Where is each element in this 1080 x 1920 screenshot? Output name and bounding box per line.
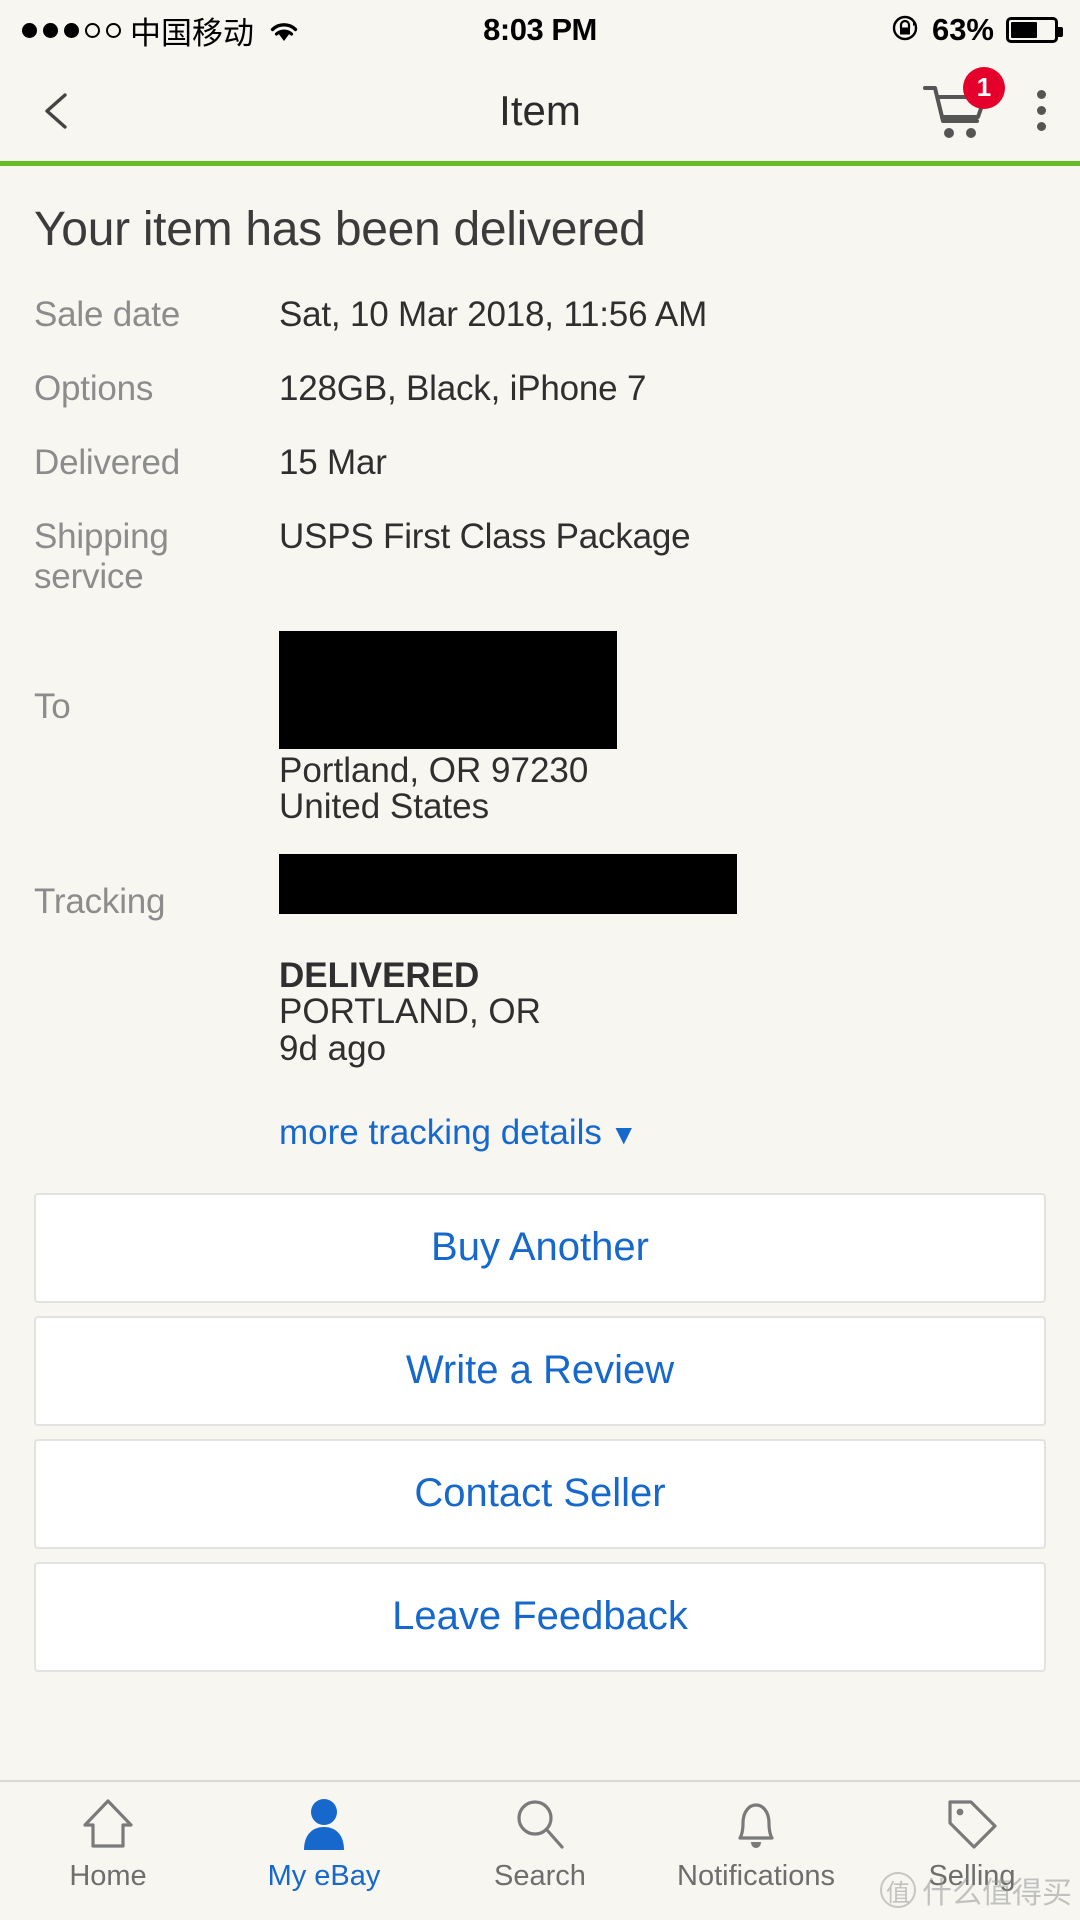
detail-label: Delivered [34, 443, 181, 482]
redacted-recipient-address [279, 631, 617, 749]
status-bar-right: 63% [890, 12, 1063, 48]
shopping-cart-icon[interactable]: 1 [921, 66, 1005, 143]
action-buttons: Buy Another Write a Review Contact Selle… [34, 1192, 1046, 1672]
navigation-bar-right: 1 [921, 66, 1046, 143]
redacted-tracking-number [279, 853, 737, 914]
navigation-bar: Item 1 [0, 60, 1080, 166]
tab-home[interactable]: Home [0, 1796, 216, 1893]
address-country: United States [279, 787, 490, 827]
tracking-location: PORTLAND, OR [279, 992, 541, 1032]
detail-row-tracking: Tracking DELIVERED PORTLAND, OR 9d ago m… [34, 853, 1046, 1153]
search-icon [512, 1796, 568, 1852]
detail-label: Sale date [34, 295, 181, 334]
tab-notifications[interactable]: Notifications [648, 1796, 864, 1893]
tracking-time-ago: 9d ago [279, 1028, 387, 1068]
leave-feedback-button[interactable]: Leave Feedback [34, 1561, 1046, 1672]
tab-label: My eBay [267, 1860, 381, 1892]
tracking-status: DELIVERED [279, 955, 480, 995]
main-content: Your item has been delivered Sale date S… [0, 166, 1080, 1780]
bottom-tab-bar: Home My eBay Search Notifications Sellin… [0, 1780, 1080, 1920]
tracking-block: DELIVERED PORTLAND, OR 9d ago more track… [279, 853, 737, 1153]
detail-row-shipping-service: Shipping service USPS First Class Packag… [34, 517, 1046, 597]
home-icon [79, 1796, 137, 1852]
kebab-menu-icon[interactable] [1037, 90, 1046, 131]
to-address-block: Portland, OR 97230 United States [279, 631, 617, 826]
rotation-lock-icon [890, 13, 920, 48]
write-a-review-button[interactable]: Write a Review [34, 1315, 1046, 1426]
battery-percent: 63% [931, 12, 994, 47]
address-city-state-zip: Portland, OR 97230 [279, 751, 589, 790]
tab-label: Selling [928, 1860, 1016, 1892]
cart-badge: 1 [963, 66, 1005, 109]
tab-selling[interactable]: Selling [864, 1796, 1080, 1893]
back-chevron-icon[interactable] [34, 87, 82, 135]
buy-another-button[interactable]: Buy Another [34, 1192, 1046, 1303]
tab-search[interactable]: Search [432, 1796, 648, 1893]
detail-row-delivered: Delivered 15 Mar [34, 443, 1046, 483]
tab-label: Search [494, 1860, 586, 1892]
detail-row-options: Options 128GB, Black, iPhone 7 [34, 369, 1046, 409]
detail-row-to-address: To Portland, OR 97230 United States [34, 631, 1046, 826]
detail-label: Shipping service [34, 517, 169, 596]
app-screen: 中国移动 8:03 PM 63% Item 1 Your item has be… [0, 0, 1080, 1920]
more-tracking-details-label: more tracking details [279, 1112, 602, 1152]
detail-label-tracking: Tracking [34, 881, 166, 921]
contact-seller-button[interactable]: Contact Seller [34, 1438, 1046, 1549]
tag-icon [943, 1796, 1001, 1852]
detail-label-to: To [34, 687, 71, 726]
tab-my-ebay[interactable]: My eBay [216, 1796, 432, 1893]
chevron-down-icon: ▼ [609, 1118, 638, 1150]
detail-label: Options [34, 369, 154, 408]
page-title: Item [499, 86, 581, 134]
detail-value: Sat, 10 Mar 2018, 11:56 AM [279, 295, 708, 334]
tracking-status-block: DELIVERED PORTLAND, OR 9d ago [279, 955, 737, 1068]
more-tracking-details-link[interactable]: more tracking details ▼ [279, 1113, 638, 1153]
bell-icon [729, 1796, 783, 1852]
detail-row-sale-date: Sale date Sat, 10 Mar 2018, 11:56 AM [34, 295, 1046, 335]
battery-icon [1006, 17, 1063, 43]
tab-label: Notifications [677, 1860, 835, 1892]
tab-label: Home [69, 1860, 147, 1892]
detail-value: 128GB, Black, iPhone 7 [279, 369, 647, 408]
detail-value: 15 Mar [279, 443, 387, 482]
person-icon [297, 1796, 351, 1852]
status-bar: 中国移动 8:03 PM 63% [0, 0, 1080, 60]
detail-value: USPS First Class Package [279, 517, 691, 556]
page-heading: Your item has been delivered [34, 203, 646, 256]
